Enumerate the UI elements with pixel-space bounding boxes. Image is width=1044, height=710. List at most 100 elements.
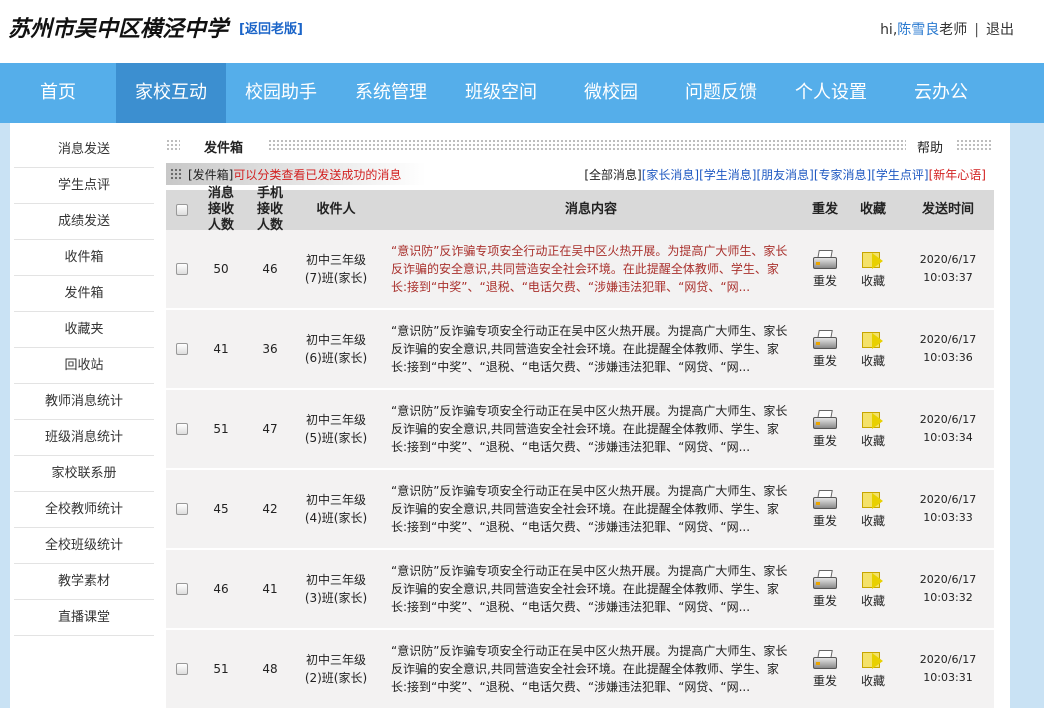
nav-item-class-space[interactable]: 班级空间 bbox=[446, 63, 556, 123]
favorite-button[interactable]: 收藏 bbox=[860, 570, 886, 609]
help-link[interactable]: 帮助 bbox=[917, 137, 943, 156]
filter-friend[interactable]: [朋友消息] bbox=[757, 168, 814, 182]
content-area: 消息发送 学生点评 成绩发送 收件箱 发件箱 收藏夹 回收站 教师消息统计 班级… bbox=[0, 123, 1044, 710]
user-name[interactable]: 陈雪良 bbox=[897, 22, 939, 38]
row-select[interactable] bbox=[166, 470, 198, 548]
message-content[interactable]: “意识防”反诈骗专项安全行动正在吴中区火热开展。为提高广大师生、家长反诈骗的安全… bbox=[391, 562, 791, 616]
table-header: 消息接收人数 手机接收人数 收件人 消息内容 重发 收藏 发送时间 bbox=[166, 186, 994, 233]
school-name: 苏州市吴中区横泾中学 bbox=[8, 16, 229, 42]
filter-note: 可以分类查看已发送成功的消息 bbox=[233, 168, 402, 182]
nav-item-home[interactable]: 首页 bbox=[0, 63, 116, 123]
recipient: 初中三年级 (5)班(家长) bbox=[296, 390, 376, 468]
header-recipient: 收件人 bbox=[316, 202, 356, 217]
message-content-cell: “意识防”反诈骗专项安全行动正在吴中区火热开展。为提高广大师生、家长反诈骗的安全… bbox=[376, 550, 806, 628]
sidebar-item-school-class-stats[interactable]: 全校班级统计 bbox=[14, 528, 154, 564]
resend-button[interactable]: 重发 bbox=[812, 489, 838, 529]
grip-icon bbox=[170, 168, 182, 180]
filter-new-year[interactable]: [新年心语] bbox=[929, 168, 986, 182]
resend-label: 重发 bbox=[812, 353, 837, 368]
filter-label: [发件箱]可以分类查看已发送成功的消息 bbox=[188, 166, 401, 183]
dot-pattern bbox=[956, 139, 992, 151]
printer-icon bbox=[812, 329, 838, 352]
row-select[interactable] bbox=[166, 390, 198, 468]
favorite-label: 收藏 bbox=[860, 273, 885, 288]
sidebar: 消息发送 学生点评 成绩发送 收件箱 发件箱 收藏夹 回收站 教师消息统计 班级… bbox=[10, 123, 158, 708]
resend-button[interactable]: 重发 bbox=[812, 569, 838, 609]
row-select[interactable] bbox=[166, 550, 198, 628]
resend-label: 重发 bbox=[812, 273, 837, 288]
favorite-button[interactable]: 收藏 bbox=[860, 330, 886, 369]
favorite-button[interactable]: 收藏 bbox=[860, 250, 886, 289]
sidebar-item-teacher-stats[interactable]: 教师消息统计 bbox=[14, 384, 154, 420]
sidebar-item-outbox[interactable]: 发件箱 bbox=[14, 276, 154, 312]
filter-all[interactable]: [全部消息] bbox=[584, 168, 641, 182]
row-checkbox[interactable] bbox=[176, 343, 188, 355]
sidebar-item-send-scores[interactable]: 成绩发送 bbox=[14, 204, 154, 240]
filter-expert[interactable]: [专家消息] bbox=[814, 168, 871, 182]
table-body: 50 46 初中三年级 (7)班(家长) “意识防”反诈骗专项安全行动正在吴中区火… bbox=[166, 230, 994, 710]
select-all-checkbox[interactable] bbox=[176, 204, 188, 216]
recipient-grade: 初中三年级 bbox=[305, 333, 366, 347]
filter-student[interactable]: [学生消息] bbox=[699, 168, 756, 182]
send-date: 2020/6/17 bbox=[919, 333, 977, 346]
message-content[interactable]: “意识防”反诈骗专项安全行动正在吴中区火热开展。为提高广大师生、家长反诈骗的安全… bbox=[391, 242, 791, 296]
resend-button[interactable]: 重发 bbox=[812, 329, 838, 369]
nav-item-campus-assistant[interactable]: 校园助手 bbox=[226, 63, 336, 123]
sidebar-item-contact-book[interactable]: 家校联系册 bbox=[14, 456, 154, 492]
resend-button[interactable]: 重发 bbox=[812, 249, 838, 289]
resend-label: 重发 bbox=[812, 593, 837, 608]
sidebar-item-live-class[interactable]: 直播课堂 bbox=[14, 600, 154, 636]
favorite-button[interactable]: 收藏 bbox=[860, 410, 886, 449]
nav-item-micro-campus[interactable]: 微校园 bbox=[556, 63, 666, 123]
folder-arrow-icon bbox=[860, 490, 886, 512]
phone-count: 46 bbox=[262, 262, 278, 276]
nav-item-home-school[interactable]: 家校互动 bbox=[116, 63, 226, 123]
row-checkbox[interactable] bbox=[176, 583, 188, 595]
nav-item-feedback[interactable]: 问题反馈 bbox=[666, 63, 776, 123]
message-content[interactable]: “意识防”反诈骗专项安全行动正在吴中区火热开展。为提高广大师生、家长反诈骗的安全… bbox=[391, 642, 791, 696]
message-count: 41 bbox=[213, 342, 229, 356]
favorite-button[interactable]: 收藏 bbox=[860, 490, 886, 529]
send-time: 2020/6/17 10:03:32 bbox=[902, 550, 994, 628]
row-checkbox[interactable] bbox=[176, 663, 188, 675]
message-content[interactable]: “意识防”反诈骗专项安全行动正在吴中区火热开展。为提高广大师生、家长反诈骗的安全… bbox=[391, 322, 791, 376]
tab-title: 发件箱 bbox=[204, 141, 244, 156]
message-content[interactable]: “意识防”反诈骗专项安全行动正在吴中区火热开展。为提高广大师生、家长反诈骗的安全… bbox=[391, 482, 791, 536]
sidebar-item-send-message[interactable]: 消息发送 bbox=[14, 132, 154, 168]
resend-cell: 重发 bbox=[806, 550, 844, 628]
sidebar-item-recycle-bin[interactable]: 回收站 bbox=[14, 348, 154, 384]
resend-button[interactable]: 重发 bbox=[812, 649, 838, 689]
phone-count: 42 bbox=[262, 502, 278, 516]
favorite-label: 收藏 bbox=[860, 673, 885, 688]
row-select[interactable] bbox=[166, 630, 198, 708]
filter-student-review[interactable]: [学生点评] bbox=[871, 168, 928, 182]
folder-arrow-icon bbox=[860, 330, 886, 352]
resend-label: 重发 bbox=[812, 673, 837, 688]
row-select[interactable] bbox=[166, 230, 198, 308]
sidebar-item-favorites[interactable]: 收藏夹 bbox=[14, 312, 154, 348]
sidebar-item-teaching-materials[interactable]: 教学素材 bbox=[14, 564, 154, 600]
send-date: 2020/6/17 bbox=[919, 573, 977, 586]
sidebar-item-class-stats[interactable]: 班级消息统计 bbox=[14, 420, 154, 456]
row-select[interactable] bbox=[166, 310, 198, 388]
sidebar-item-inbox[interactable]: 收件箱 bbox=[14, 240, 154, 276]
old-version-link[interactable]: [返回老版] bbox=[239, 18, 303, 37]
nav-item-cloud-office[interactable]: 云办公 bbox=[886, 63, 996, 123]
resend-button[interactable]: 重发 bbox=[812, 409, 838, 449]
row-checkbox[interactable] bbox=[176, 503, 188, 515]
nav-item-system[interactable]: 系统管理 bbox=[336, 63, 446, 123]
message-count: 51 bbox=[213, 422, 229, 436]
nav-item-settings[interactable]: 个人设置 bbox=[776, 63, 886, 123]
header-select-all[interactable] bbox=[166, 190, 198, 230]
favorite-button[interactable]: 收藏 bbox=[860, 650, 886, 689]
table-row: 41 36 初中三年级 (6)班(家长) “意识防”反诈骗专项安全行动正在吴中区火… bbox=[166, 310, 994, 390]
message-content[interactable]: “意识防”反诈骗专项安全行动正在吴中区火热开展。为提高广大师生、家长反诈骗的安全… bbox=[391, 402, 791, 456]
printer-icon bbox=[812, 489, 838, 512]
row-checkbox[interactable] bbox=[176, 263, 188, 275]
sidebar-item-student-review[interactable]: 学生点评 bbox=[14, 168, 154, 204]
filter-parent[interactable]: [家长消息] bbox=[642, 168, 699, 182]
row-checkbox[interactable] bbox=[176, 423, 188, 435]
logout-link[interactable]: 退出 bbox=[986, 22, 1014, 38]
folder-arrow-icon bbox=[860, 250, 886, 272]
sidebar-item-school-teacher-stats[interactable]: 全校教师统计 bbox=[14, 492, 154, 528]
